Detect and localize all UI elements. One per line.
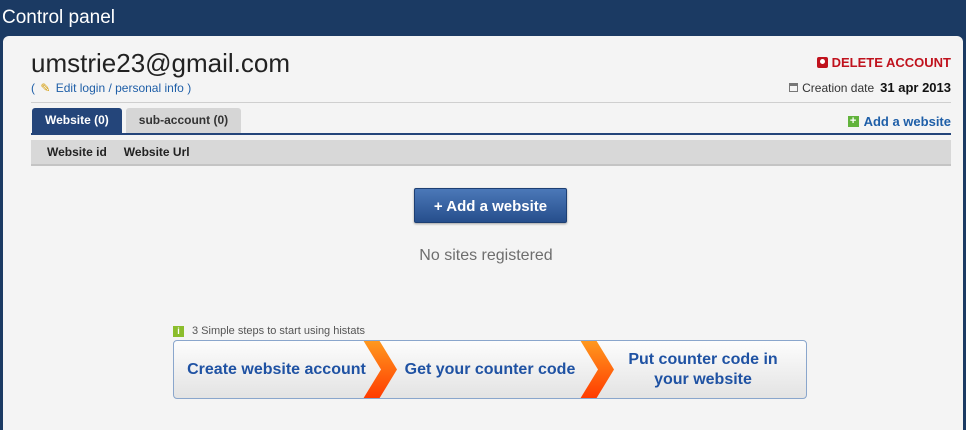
creation-date-value: 31 apr 2013 bbox=[880, 80, 951, 95]
delete-account-button[interactable]: DELETE ACCOUNT bbox=[816, 55, 951, 70]
step-get-code[interactable]: Get your counter code bbox=[400, 341, 580, 398]
delete-account-label: DELETE ACCOUNT bbox=[831, 55, 951, 70]
control-panel: umstrie23@gmail.com ( ✎ Edit login / per… bbox=[3, 36, 963, 430]
step-create-account[interactable]: Create website account bbox=[174, 341, 379, 398]
column-header-website-url: Website Url bbox=[123, 145, 190, 159]
user-delete-icon bbox=[816, 57, 828, 68]
calendar-icon bbox=[789, 83, 799, 92]
steps-intro: i 3 Simple steps to start using histats bbox=[173, 325, 365, 337]
steps-intro-text: 3 Simple steps to start using histats bbox=[192, 325, 366, 337]
table-header: Website id Website Url bbox=[31, 140, 951, 166]
step-3-line-1: Put counter code in bbox=[628, 350, 778, 368]
tab-bar: Website (0) sub-account (0) bbox=[32, 108, 242, 133]
column-header-website-id: Website id bbox=[47, 145, 107, 159]
steps-banner: Create website account Get your counter … bbox=[173, 340, 807, 399]
step-1-label: Create website account bbox=[187, 360, 366, 378]
plus-icon: + bbox=[847, 116, 859, 127]
edit-close-paren: ) bbox=[187, 81, 192, 95]
pencil-icon: ✎ bbox=[40, 81, 51, 95]
creation-date: Creation date 31 apr 2013 bbox=[789, 80, 951, 95]
edit-open-paren: ( bbox=[31, 81, 35, 95]
divider bbox=[31, 102, 951, 103]
edit-login-line: ( ✎ Edit login / personal info ) bbox=[31, 81, 191, 95]
add-website-link-label: Add a website bbox=[863, 114, 951, 129]
step-put-code[interactable]: Put counter code in your website bbox=[600, 341, 806, 398]
window-title: Control panel bbox=[2, 7, 116, 28]
step-3-line-2: your website bbox=[654, 370, 752, 388]
chevron-right-icon bbox=[363, 341, 397, 398]
edit-login-link[interactable]: Edit login / personal info bbox=[56, 81, 184, 95]
add-website-link[interactable]: + Add a website bbox=[847, 114, 951, 129]
tab-sub-account[interactable]: sub-account (0) bbox=[125, 108, 242, 133]
step-2-label: Get your counter code bbox=[404, 360, 576, 378]
tab-website[interactable]: Website (0) bbox=[32, 108, 122, 133]
creation-date-label: Creation date bbox=[802, 80, 875, 95]
step-3-text: Put counter code in your website bbox=[628, 350, 777, 390]
empty-state-message: No sites registered bbox=[419, 247, 553, 264]
account-email: umstrie23@gmail.com bbox=[31, 48, 291, 78]
tab-underline bbox=[31, 133, 951, 135]
add-website-button[interactable]: + Add a website bbox=[414, 188, 567, 223]
info-icon: i bbox=[173, 325, 184, 337]
